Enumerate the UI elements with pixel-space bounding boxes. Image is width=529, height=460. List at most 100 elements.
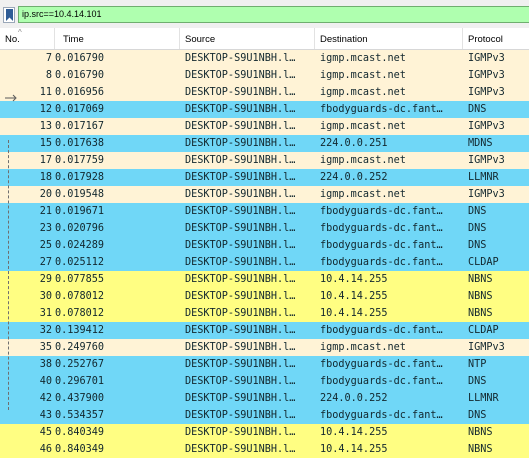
packet-protocol: NBNS bbox=[468, 444, 493, 455]
packet-row[interactable]: 21 0.019671 DESKTOP-S9U1NBH.l… fbodyguards-… bbox=[0, 203, 529, 220]
packet-row[interactable]: 40 0.296701 DESKTOP-S9U1NBH.l… fbodyguards-… bbox=[0, 373, 529, 390]
packet-destination: fbodyguards-dc.fant… bbox=[320, 325, 443, 336]
packet-row[interactable]: 31 0.078012 DESKTOP-S9U1NBH.l… 10.4.14.255 N… bbox=[0, 305, 529, 322]
packet-destination: 224.0.0.252 bbox=[320, 393, 388, 404]
packet-time: 0.078012 bbox=[55, 308, 105, 319]
packet-row[interactable]: 46 0.840349 DESKTOP-S9U1NBH.l… 10.4.14.255 N… bbox=[0, 441, 529, 458]
packet-time: 0.017638 bbox=[55, 138, 105, 149]
packet-row[interactable]: 25 0.024289 DESKTOP-S9U1NBH.l… fbodyguards-… bbox=[0, 237, 529, 254]
packet-protocol: IGMPv3 bbox=[468, 53, 505, 64]
packet-destination: fbodyguards-dc.fant… bbox=[320, 257, 443, 268]
packet-destination: 10.4.14.255 bbox=[320, 291, 388, 302]
column-header-destination-label: Destination bbox=[320, 34, 368, 45]
packet-time: 0.017069 bbox=[55, 104, 105, 115]
packet-source: DESKTOP-S9U1NBH.l… bbox=[185, 172, 296, 183]
packet-row[interactable]: 13 0.017167 DESKTOP-S9U1NBH.l… igmp.mcast.n… bbox=[0, 118, 529, 135]
packet-time: 0.019671 bbox=[55, 206, 105, 217]
packet-destination: igmp.mcast.net bbox=[320, 70, 406, 81]
packet-source: DESKTOP-S9U1NBH.l… bbox=[185, 155, 296, 166]
packet-row[interactable]: 32 0.139412 DESKTOP-S9U1NBH.l… fbodyguards-… bbox=[0, 322, 529, 339]
packet-destination: igmp.mcast.net bbox=[320, 53, 406, 64]
packet-protocol: IGMPv3 bbox=[468, 155, 505, 166]
packet-time: 0.016790 bbox=[55, 70, 105, 81]
packet-number: 13 bbox=[39, 121, 52, 132]
packet-time: 0.025112 bbox=[55, 257, 105, 268]
packet-destination: fbodyguards-dc.fant… bbox=[320, 240, 443, 251]
packet-row[interactable]: 8 0.016790 DESKTOP-S9U1NBH.l… igmp.mcast.ne… bbox=[0, 67, 529, 84]
packet-list-header: No. ^ Time Source Destination Protocol bbox=[0, 28, 529, 50]
packet-source: DESKTOP-S9U1NBH.l… bbox=[185, 189, 296, 200]
packet-destination: fbodyguards-dc.fant… bbox=[320, 410, 443, 421]
packet-time: 0.016956 bbox=[55, 87, 105, 98]
packet-destination: fbodyguards-dc.fant… bbox=[320, 376, 443, 387]
packet-source: DESKTOP-S9U1NBH.l… bbox=[185, 240, 296, 251]
packet-source: DESKTOP-S9U1NBH.l… bbox=[185, 427, 296, 438]
packet-row[interactable]: 29 0.077855 DESKTOP-S9U1NBH.l… 10.4.14.255 N… bbox=[0, 271, 529, 288]
packet-row[interactable]: 12 0.017069 DESKTOP-S9U1NBH.l… fbodyguards-… bbox=[0, 101, 529, 118]
packet-protocol: LLMNR bbox=[468, 172, 499, 183]
packet-source: DESKTOP-S9U1NBH.l… bbox=[185, 206, 296, 217]
packet-time: 0.078012 bbox=[55, 291, 105, 302]
packet-row[interactable]: 11 0.016956 DESKTOP-S9U1NBH.l… igmp.mcast.n… bbox=[0, 84, 529, 101]
packet-list: 7 0.016790 DESKTOP-S9U1NBH.l… igmp.mcast.ne… bbox=[0, 50, 529, 460]
packet-source: DESKTOP-S9U1NBH.l… bbox=[185, 342, 296, 353]
related-packet-line bbox=[8, 140, 10, 410]
column-header-no[interactable]: No. ^ bbox=[0, 28, 55, 49]
packet-row[interactable]: 7 0.016790 DESKTOP-S9U1NBH.l… igmp.mcast.ne… bbox=[0, 50, 529, 67]
packet-row[interactable]: 35 0.249760 DESKTOP-S9U1NBH.l… igmp.mcast.n… bbox=[0, 339, 529, 356]
packet-row[interactable]: 20 0.019548 DESKTOP-S9U1NBH.l… igmp.mcast.n… bbox=[0, 186, 529, 203]
column-header-protocol-label: Protocol bbox=[468, 34, 503, 45]
packet-row[interactable]: 23 0.020796 DESKTOP-S9U1NBH.l… fbodyguards-… bbox=[0, 220, 529, 237]
packet-destination: 224.0.0.252 bbox=[320, 172, 388, 183]
packet-time: 0.840349 bbox=[55, 444, 105, 455]
display-filter-input[interactable]: ip.src==10.4.14.101 bbox=[18, 6, 529, 23]
packet-source: DESKTOP-S9U1NBH.l… bbox=[185, 291, 296, 302]
packet-time: 0.296701 bbox=[55, 376, 105, 387]
packet-protocol: DNS bbox=[468, 223, 487, 234]
packet-row[interactable]: 38 0.252767 DESKTOP-S9U1NBH.l… fbodyguards-… bbox=[0, 356, 529, 373]
packet-source: DESKTOP-S9U1NBH.l… bbox=[185, 325, 296, 336]
packet-number: 45 bbox=[39, 427, 52, 438]
packet-row[interactable]: 45 0.840349 DESKTOP-S9U1NBH.l… 10.4.14.255 N… bbox=[0, 424, 529, 441]
packet-time: 0.249760 bbox=[55, 342, 105, 353]
packet-destination: 224.0.0.251 bbox=[320, 138, 388, 149]
packet-source: DESKTOP-S9U1NBH.l… bbox=[185, 274, 296, 285]
packet-protocol: NBNS bbox=[468, 427, 493, 438]
packet-row[interactable]: 43 0.534357 DESKTOP-S9U1NBH.l… fbodyguards-… bbox=[0, 407, 529, 424]
packet-protocol: NTP bbox=[468, 359, 487, 370]
packet-row[interactable]: 17 0.017759 DESKTOP-S9U1NBH.l… igmp.mcast.n… bbox=[0, 152, 529, 169]
column-header-protocol[interactable]: Protocol bbox=[463, 28, 529, 49]
packet-row[interactable]: 27 0.025112 DESKTOP-S9U1NBH.l… fbodyguards-… bbox=[0, 254, 529, 271]
display-filter-toolbar: ip.src==10.4.14.101 bbox=[0, 0, 529, 28]
packet-destination: fbodyguards-dc.fant… bbox=[320, 206, 443, 217]
packet-protocol: DNS bbox=[468, 104, 487, 115]
packet-number: 12 bbox=[39, 104, 52, 115]
column-header-source[interactable]: Source bbox=[180, 28, 315, 49]
packet-destination: igmp.mcast.net bbox=[320, 155, 406, 166]
packet-destination: igmp.mcast.net bbox=[320, 87, 406, 98]
packet-number: 7 bbox=[45, 53, 52, 64]
packet-protocol: DNS bbox=[468, 376, 487, 387]
packet-row[interactable]: 15 0.017638 DESKTOP-S9U1NBH.l… 224.0.0.251 M… bbox=[0, 135, 529, 152]
related-packet-arrow-icon bbox=[5, 94, 17, 102]
packet-destination: fbodyguards-dc.fant… bbox=[320, 223, 443, 234]
packet-destination: 10.4.14.255 bbox=[320, 444, 388, 455]
bookmark-icon[interactable] bbox=[3, 7, 15, 23]
packet-destination: igmp.mcast.net bbox=[320, 121, 406, 132]
packet-row[interactable]: 42 0.437900 DESKTOP-S9U1NBH.l… 224.0.0.252 L… bbox=[0, 390, 529, 407]
packet-protocol: CLDAP bbox=[468, 325, 499, 336]
packet-row[interactable]: 18 0.017928 DESKTOP-S9U1NBH.l… 224.0.0.252 L… bbox=[0, 169, 529, 186]
column-header-source-label: Source bbox=[185, 34, 216, 45]
packet-time: 0.534357 bbox=[55, 410, 105, 421]
packet-row[interactable]: 30 0.078012 DESKTOP-S9U1NBH.l… 10.4.14.255 N… bbox=[0, 288, 529, 305]
packet-protocol: MDNS bbox=[468, 138, 493, 149]
packet-source: DESKTOP-S9U1NBH.l… bbox=[185, 70, 296, 81]
column-header-time[interactable]: Time bbox=[55, 28, 180, 49]
packet-source: DESKTOP-S9U1NBH.l… bbox=[185, 87, 296, 98]
packet-source: DESKTOP-S9U1NBH.l… bbox=[185, 308, 296, 319]
packet-time: 0.077855 bbox=[55, 274, 105, 285]
column-header-time-label: Time bbox=[63, 34, 84, 45]
column-header-destination[interactable]: Destination bbox=[315, 28, 463, 49]
packet-time: 0.019548 bbox=[55, 189, 105, 200]
packet-source: DESKTOP-S9U1NBH.l… bbox=[185, 444, 296, 455]
